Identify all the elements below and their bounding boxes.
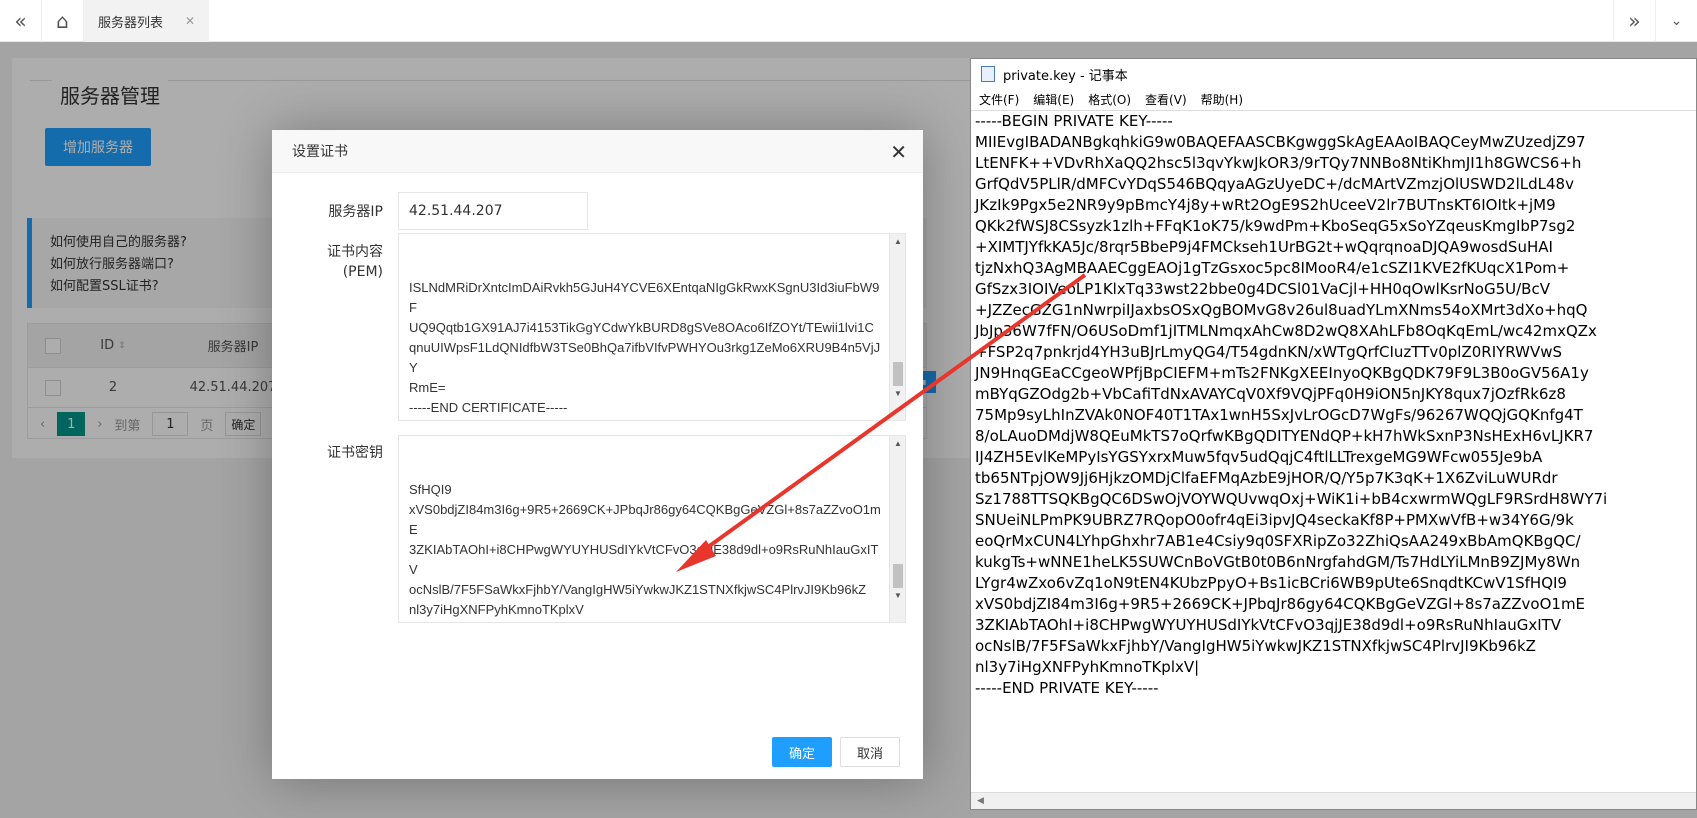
cert-dialog: 设置证书 ✕ 服务器IP 42.51.44.207 证书内容 (PEM) ISL… <box>272 130 923 779</box>
scroll-down-icon[interactable]: ▼ <box>890 386 905 402</box>
close-icon[interactable]: ✕ <box>890 140 907 164</box>
tab-label: 服务器列表 <box>98 15 164 31</box>
cancel-button[interactable]: 取消 <box>840 737 900 767</box>
cert-key-textarea[interactable]: SfHQI9 xVS0bdjZI84m3I6g+9R5+2669CK+JPbqJ… <box>398 435 906 623</box>
scroll-left-icon[interactable]: « <box>0 0 42 42</box>
cert-label: 证书内容 (PEM) <box>327 244 383 280</box>
menu-help[interactable]: 帮助(H) <box>1201 91 1243 108</box>
key-scrollbar[interactable]: ▲ ▼ <box>889 436 905 622</box>
cert-text: ISLNdMRiDrXntcImDAiRvkh5GJuH4YCVE6XEntqa… <box>409 280 881 415</box>
cert-scrollbar[interactable]: ▲ ▼ <box>889 234 905 420</box>
tab-server-list[interactable]: 服务器列表 ✕ <box>84 0 209 42</box>
menu-format[interactable]: 格式(O) <box>1088 91 1131 108</box>
scroll-down-icon[interactable]: ▼ <box>890 588 905 604</box>
scrollbar-thumb[interactable] <box>893 362 903 386</box>
notepad-icon <box>981 66 995 82</box>
home-icon[interactable]: ⌂ <box>42 0 84 42</box>
notepad-hscrollbar[interactable]: ◀ <box>971 792 1696 809</box>
scroll-right-icon[interactable]: » <box>1613 0 1655 42</box>
key-label: 证书密钥 <box>327 445 383 461</box>
menu-file[interactable]: 文件(F) <box>979 91 1019 108</box>
notepad-titlebar: private.key - 记事本 <box>971 59 1696 89</box>
tab-bar: « ⌂ 服务器列表 ✕ » ⌄ <box>0 0 1697 42</box>
menu-edit[interactable]: 编辑(E) <box>1033 91 1074 108</box>
ok-button[interactable]: 确定 <box>772 737 832 767</box>
notepad-menubar: 文件(F) 编辑(E) 格式(O) 查看(V) 帮助(H) <box>971 89 1696 111</box>
menu-view[interactable]: 查看(V) <box>1145 91 1187 108</box>
chevron-down-icon[interactable]: ⌄ <box>1655 0 1697 42</box>
dialog-header: 设置证书 ✕ <box>272 130 923 173</box>
tab-close-icon[interactable]: ✕ <box>185 14 195 28</box>
scroll-up-icon[interactable]: ▲ <box>890 436 905 452</box>
dialog-title: 设置证书 <box>292 144 348 160</box>
notepad-window: private.key - 记事本 文件(F) 编辑(E) 格式(O) 查看(V… <box>970 58 1697 810</box>
scrollbar-thumb[interactable] <box>893 564 903 588</box>
ip-label: 服务器IP <box>328 204 383 220</box>
key-text: SfHQI9 xVS0bdjZI84m3I6g+9R5+2669CK+JPbqJ… <box>409 482 881 617</box>
scroll-up-icon[interactable]: ▲ <box>890 234 905 250</box>
notepad-text-area[interactable]: -----BEGIN PRIVATE KEY----- MIIEvgIBADAN… <box>975 111 1691 699</box>
server-ip-input[interactable]: 42.51.44.207 <box>398 192 588 230</box>
notepad-title: private.key - 记事本 <box>1003 68 1128 84</box>
scroll-left-icon[interactable]: ◀ <box>977 796 984 806</box>
cert-content-textarea[interactable]: ISLNdMRiDrXntcImDAiRvkh5GJuH4YCVE6XEntqa… <box>398 233 906 421</box>
